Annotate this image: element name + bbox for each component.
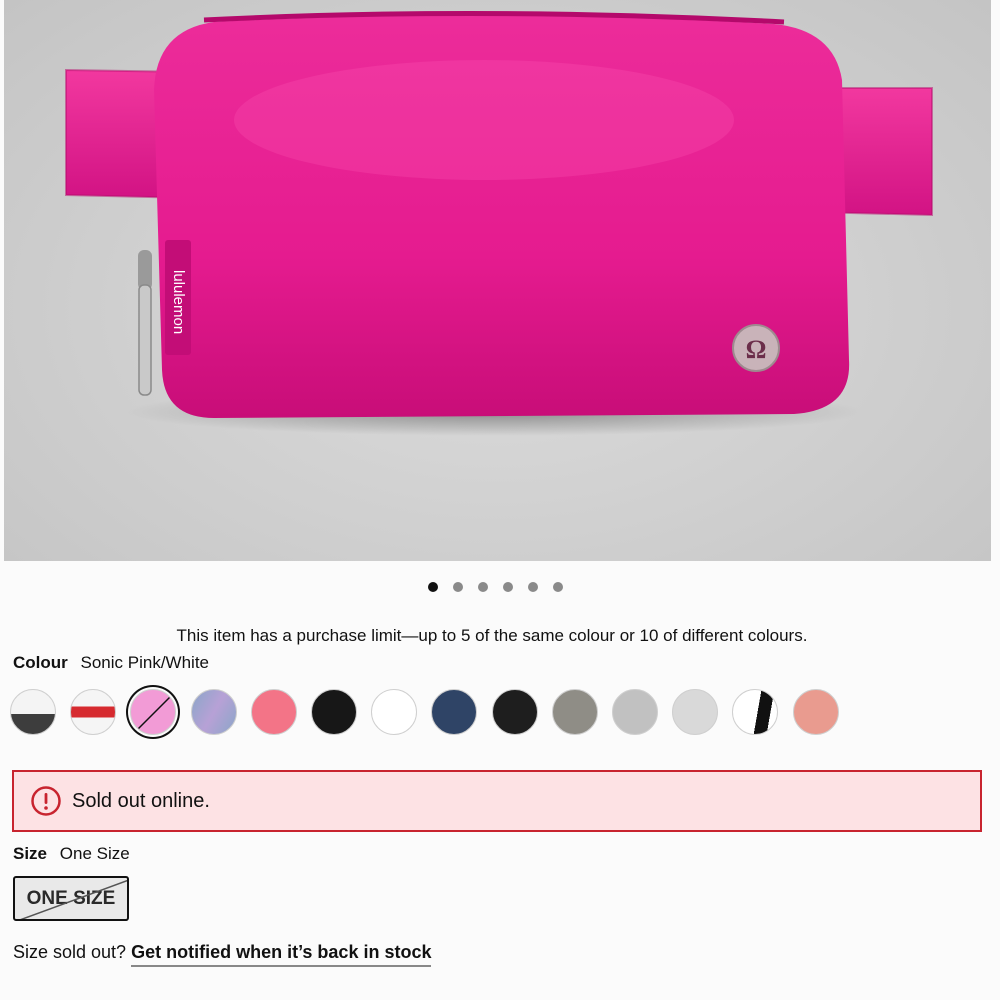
colour-selected-name: Sonic Pink/White bbox=[80, 653, 210, 672]
notify-row: Size sold out? Get notified when it’s ba… bbox=[13, 942, 432, 967]
colour-label: Colour bbox=[13, 653, 68, 672]
notify-prefix: Size sold out? bbox=[13, 942, 127, 962]
colour-swatch-black[interactable] bbox=[311, 689, 357, 735]
colour-row: Colour Sonic Pink/White bbox=[13, 653, 209, 673]
carousel-dot[interactable] bbox=[503, 582, 513, 592]
exclamation-circle-icon bbox=[31, 786, 61, 816]
carousel-pagination bbox=[428, 582, 563, 592]
colour-swatch-white-black-split[interactable] bbox=[732, 689, 779, 735]
carousel-dot[interactable] bbox=[428, 582, 438, 592]
sold-out-text: Sold out online. bbox=[72, 789, 210, 812]
size-row: Size One Size bbox=[13, 844, 130, 864]
sold-out-strike bbox=[20, 879, 127, 919]
purchase-limit-note: This item has a purchase limit—up to 5 o… bbox=[176, 626, 808, 645]
colour-swatch-white-black[interactable] bbox=[10, 689, 56, 735]
colour-swatch-pink-blush[interactable] bbox=[792, 689, 839, 735]
logo-badge: Ω bbox=[746, 335, 767, 364]
colour-swatches bbox=[10, 689, 850, 737]
notify-me-link[interactable]: Get notified when it’s back in stock bbox=[131, 942, 432, 967]
carousel-dot[interactable] bbox=[553, 582, 563, 592]
product-image[interactable]: lululemon Ω bbox=[4, 0, 991, 561]
carousel-dot[interactable] bbox=[478, 582, 488, 592]
carousel-dot[interactable] bbox=[453, 582, 463, 592]
brand-tab-text: lululemon bbox=[170, 270, 187, 334]
colour-swatch-light-grey[interactable] bbox=[612, 689, 658, 735]
colour-swatch-black-textured[interactable] bbox=[491, 689, 538, 735]
carousel-dot[interactable] bbox=[528, 582, 538, 592]
colour-swatch-coral-pink[interactable] bbox=[250, 689, 297, 735]
size-label: Size bbox=[13, 844, 48, 863]
colour-swatch-iridescent-blue[interactable] bbox=[190, 689, 237, 735]
sold-out-alert: Sold out online. bbox=[12, 770, 982, 832]
colour-swatch-sonic-pink[interactable] bbox=[130, 689, 177, 735]
unavailable-strike bbox=[136, 695, 172, 731]
colour-swatch-white[interactable] bbox=[371, 689, 418, 735]
colour-swatch-navy[interactable] bbox=[431, 689, 478, 735]
belt-bag-illustration: lululemon Ω bbox=[65, 10, 933, 436]
size-selected-name: One Size bbox=[59, 844, 130, 863]
colour-swatch-white-red-stripe[interactable] bbox=[70, 689, 117, 735]
colour-swatch-grey-sage[interactable] bbox=[551, 689, 598, 735]
size-option-one-size[interactable]: ONE SIZE bbox=[13, 876, 129, 921]
colour-swatch-silver-sparkle[interactable] bbox=[672, 689, 719, 735]
